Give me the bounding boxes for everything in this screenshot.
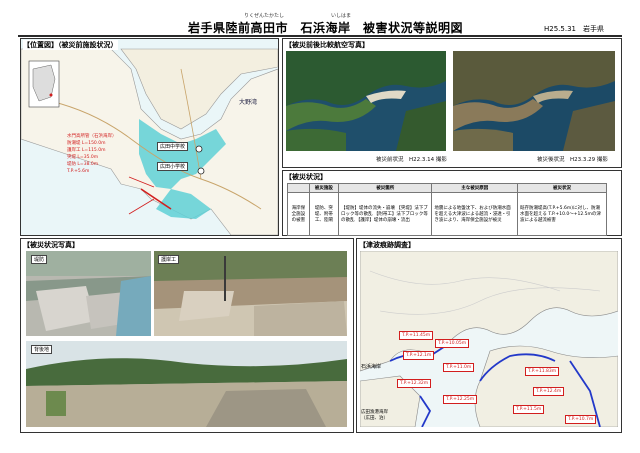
tsunami-label-5: T.P.+11.83m xyxy=(525,367,560,376)
td-category: 海岸保全施設の被害 xyxy=(287,192,310,236)
ruby-city: りくぜんたかたし xyxy=(244,13,285,19)
td-cause: 地震による地盤沈下、および防潮水面を超える大津波による越流・浸透・引き波により、… xyxy=(431,192,519,236)
tsunami-label-8: T.P.+12.25m xyxy=(443,395,478,404)
tsunami-label-9: T.P.+11.5m xyxy=(513,405,545,414)
photos-panel-title: 【被災状況写真】 xyxy=(23,240,79,250)
tsunami-place-ishihama: 石浜海岸 xyxy=(361,364,382,370)
location-map xyxy=(20,48,279,236)
tsunami-label-2: T.P.+10.05m xyxy=(435,339,470,348)
tag-seawall: 堤防 xyxy=(31,255,48,264)
ruby-coast: いしはま xyxy=(331,13,352,19)
th-cause: 主な被災原因 xyxy=(431,183,519,193)
bay-label: 大野湾 xyxy=(239,99,258,106)
th-location: 被災箇所 xyxy=(337,183,433,193)
tsunami-label-3: T.P.+12.1m xyxy=(403,351,435,360)
photo-revetment xyxy=(154,251,347,336)
photos-panel: 【被災状況写真】 堤防 護岸工 背後地 xyxy=(20,238,354,433)
school2-label: 広田小学校 xyxy=(157,162,189,171)
td-location: 【堤防】堤体の流失・崩壊 【突堤】法下ブロック等の散乱 【附帯工】法下ブロック等… xyxy=(337,192,433,236)
th-facility: 被災施設 xyxy=(308,183,340,193)
damage-panel-title: 【被災状況】 xyxy=(285,172,327,182)
damage-table: 被災施設 被災箇所 主な被災原因 被災状況 海岸保全施設の被害 堤防、突堤、附帯… xyxy=(287,183,607,236)
aerial-after-image xyxy=(453,51,615,151)
tsunami-place-hirota: 広田漁港海岸 （広田、泊） xyxy=(361,410,388,421)
th-status: 被災状況 xyxy=(517,183,607,193)
tsunami-label-10: T.P.+10.7m xyxy=(565,415,597,424)
document-title: 岩手県陸前高田市 石浜海岸 被害状況等説明図 xyxy=(188,21,464,35)
tsunami-label-4: T.P.+11.0m xyxy=(443,363,475,372)
td-status: 既存防潮堤高(T.P.+5.6m)に対し、防潮水面を超える T.P.+10.0～… xyxy=(517,192,607,236)
table-row: 海岸保全施設の被害 堤防、突堤、附帯工、陸閘 【堤防】堤体の流失・崩壊 【突堤】… xyxy=(287,192,607,236)
aerial-after-caption: 被災後状況 H23.3.29 撮影 xyxy=(537,157,608,163)
aerial-panel-title: 【被災前後比較航空写真】 xyxy=(285,40,369,50)
location-map-panel: 【位置図】（被災前施設状況） 大野湾 広田中学校 広田小学校 水門高所管（石浜海… xyxy=(20,38,279,236)
table-header-row: 被災施設 被災箇所 主な被災原因 被災状況 xyxy=(287,183,607,193)
tsunami-label-7: T.P.+12.4m xyxy=(533,387,565,396)
aerial-panel: 【被災前後比較航空写真】 被災前状況 H22.3.14 撮影 被災後状況 H23… xyxy=(282,38,622,168)
tag-revetment: 護岸工 xyxy=(158,255,180,264)
date-org: H25.5.31 岩手県 xyxy=(544,25,604,33)
tsunami-panel: 【津波痕跡調査】 T.P.+11.45m T.P.+10.05m T.P.+12… xyxy=(356,238,622,433)
school1-label: 広田中学校 xyxy=(157,142,189,151)
td-facility: 堤防、突堤、附帯工、陸閘 xyxy=(308,192,340,236)
tag-hinterland: 背後地 xyxy=(31,345,53,354)
document-page: 岩手県陸前高田市 石浜海岸 被害状況等説明図 りくぜんたかたし いしはま H25… xyxy=(0,0,640,453)
tsunami-panel-title: 【津波痕跡調査】 xyxy=(359,240,415,250)
location-panel-title: 【位置図】（被災前施設状況） xyxy=(23,40,118,50)
aerial-before-image xyxy=(286,51,446,151)
title-bar: 岩手県陸前高田市 石浜海岸 被害状況等説明図 りくぜんたかたし いしはま H25… xyxy=(18,13,622,37)
aerial-before-caption: 被災前状況 H22.3.14 撮影 xyxy=(376,157,447,163)
damage-table-wrap: 被災施設 被災箇所 主な被災原因 被災状況 海岸保全施設の被害 堤防、突堤、附帯… xyxy=(287,183,607,236)
photo-hinterland xyxy=(26,341,347,427)
facility-info: 水門高所管（石浜海岸） 防潮堤 L=150.0m 護岸工 L=115.0m 突堤… xyxy=(67,134,117,174)
damage-panel: 【被災状況】 被災施設 被災箇所 主な被災原因 被災状況 海岸保全施設の被害 堤… xyxy=(282,170,622,236)
tsunami-label-6: T.P.+12.32m xyxy=(397,379,432,388)
th-empty xyxy=(287,183,310,193)
tsunami-label-1: T.P.+11.45m xyxy=(399,331,434,340)
